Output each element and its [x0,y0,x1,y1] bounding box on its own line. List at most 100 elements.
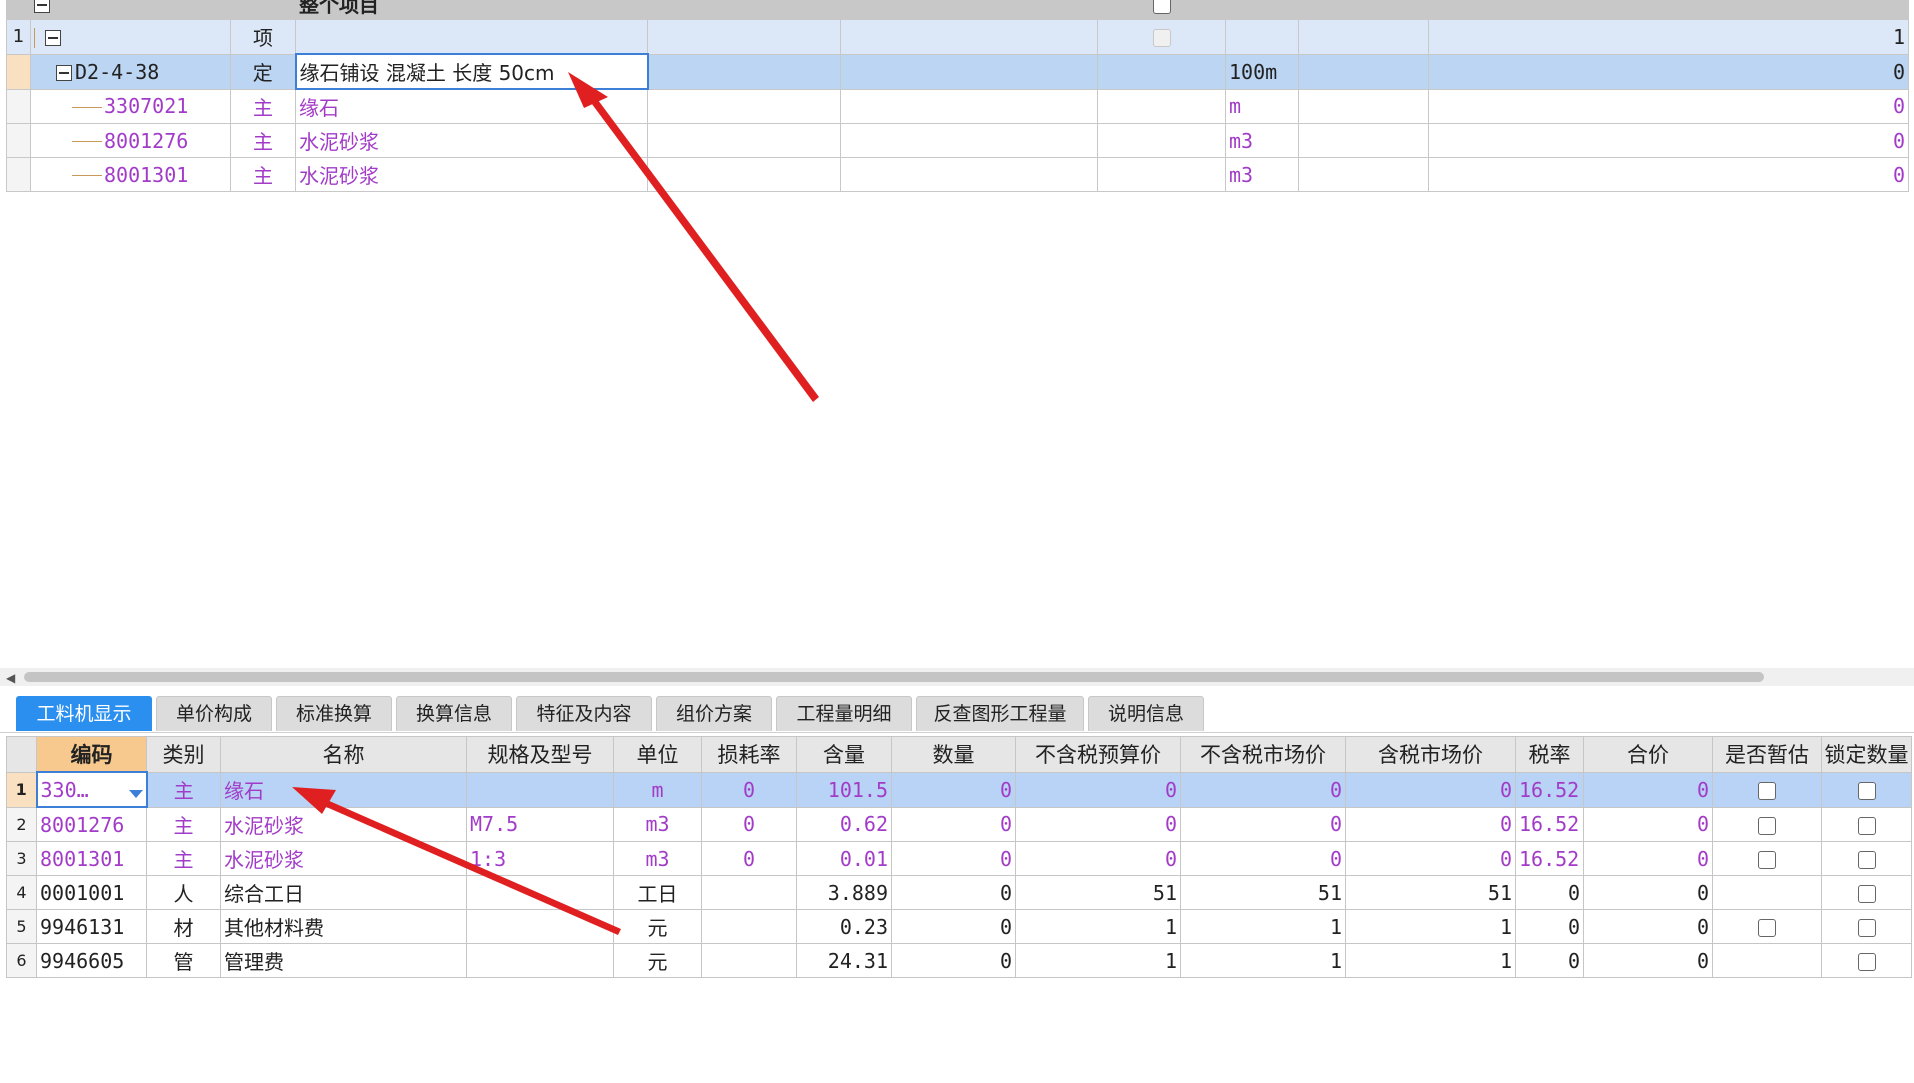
unit-cell [1225,19,1299,55]
qty-cell: 0 [1428,157,1909,192]
tab-labor-material-machine[interactable]: 工料机显示 [16,696,152,731]
project-header-row[interactable]: 整个项目 [6,0,1909,20]
lock-quantity-checkbox[interactable] [1857,782,1876,800]
qty-cell: 0 [1428,88,1909,124]
chevron-down-icon[interactable] [128,789,143,798]
type-cell: 主 [230,88,296,124]
tab-conversion-info[interactable]: 换算信息 [396,696,512,731]
col-total[interactable]: 合价 [1583,736,1713,773]
table-header: 编码 类别 名称 规格及型号 单位 损耗率 含量 数量 不含税预算价 不含税市场… [6,736,1912,773]
row-number: 1 [6,771,37,808]
scrollbar-thumb[interactable] [24,672,1764,682]
tab-graphic-quantity[interactable]: 反查图形工程量 [916,696,1084,731]
table-row[interactable]: 6 9946605 管 管理费 元 24.31 0 1 1 1 0 0 [6,943,1912,978]
unit-cell: 100m [1225,53,1299,90]
col-loss-rate[interactable]: 损耗率 [701,736,797,773]
name-cell[interactable]: 缘石 [220,771,467,808]
type-cell: 定 [230,53,296,90]
tree-code-cell[interactable]: D2-4-38 [30,53,231,90]
resource-table: 编码 类别 名称 规格及型号 单位 损耗率 含量 数量 不含税预算价 不含税市场… [6,736,1912,978]
table-row[interactable]: 2 8001276 主 水泥砂浆 M7.5 m3 0 0.62 0 0 0 0 … [6,806,1912,842]
scroll-left-icon[interactable]: ◀ [6,671,15,685]
col-content[interactable]: 含量 [796,736,892,773]
table-row[interactable]: 1 330… 主 缘石 m 0 101.5 0 0 0 0 16.52 0 [6,771,1912,808]
row-number [6,0,31,20]
tree-toggle-cell[interactable] [30,0,231,20]
lock-quantity-checkbox[interactable] [1857,953,1876,971]
tree-row-material[interactable]: 8001301 主 水泥砂浆 m3 0 [6,157,1909,192]
header-checkbox[interactable] [1152,0,1171,14]
name-cell[interactable] [295,19,648,55]
tab-quantity-detail[interactable]: 工程量明细 [776,696,912,731]
col-market-price[interactable]: 不含税市场价 [1180,736,1346,773]
collapse-icon[interactable] [34,0,50,13]
provisional-checkbox[interactable] [1758,782,1776,800]
row-number: 2 [6,806,37,842]
provisional-checkbox[interactable] [1758,851,1776,869]
lock-quantity-checkbox[interactable] [1857,851,1876,869]
unit-cell: m [1225,88,1299,124]
name-cell[interactable]: 缘石 [295,88,648,124]
tree-row-item[interactable]: 1 项 1 [6,19,1909,55]
col-type[interactable]: 类别 [146,736,221,773]
row-checkbox[interactable] [1152,29,1171,48]
tree-code-cell[interactable]: 8001276 [30,123,231,158]
unit-cell: m3 [1225,157,1299,192]
tree-row-material[interactable]: 3307021 主 缘石 m 0 [6,88,1909,124]
tree-code-cell[interactable]: 8001301 [30,157,231,192]
lock-quantity-checkbox[interactable] [1857,816,1876,835]
row-number: 5 [6,909,37,944]
table-row[interactable]: 4 0001001 人 综合工日 工日 3.889 0 51 51 51 0 0 [6,875,1912,910]
type-cell: 项 [230,19,296,55]
name-cell[interactable]: 水泥砂浆 [295,123,648,158]
unit-cell: m3 [1225,123,1299,158]
lock-quantity-checkbox[interactable] [1857,919,1876,937]
quota-tree-table: 整个项目 1 项 1 D2-4-38 定 缘石铺设 混凝土 长度 50cm 10… [6,0,1909,192]
row-number: 4 [6,875,37,910]
table-row[interactable]: 5 9946131 材 其他材料费 元 0.23 0 1 1 1 0 0 [6,909,1912,944]
collapse-icon[interactable] [56,65,72,81]
qty-cell: 0 [1428,123,1909,158]
tab-standard-conversion[interactable]: 标准换算 [276,696,392,731]
provisional-checkbox[interactable] [1758,816,1776,835]
row-number: 6 [6,943,37,978]
name-cell[interactable]: 水泥砂浆 [295,157,648,192]
row-number: 1 [6,19,31,55]
col-tax-rate[interactable]: 税率 [1515,736,1584,773]
col-quantity[interactable]: 数量 [891,736,1016,773]
tab-features[interactable]: 特征及内容 [516,696,652,731]
tree-row-material[interactable]: 8001276 主 水泥砂浆 m3 0 [6,123,1909,158]
tree-code-cell[interactable] [30,19,231,55]
tree-code-cell[interactable]: 3307021 [30,88,231,124]
collapse-icon[interactable] [45,30,61,47]
qty-cell: 1 [1428,19,1909,55]
col-spec[interactable]: 规格及型号 [466,736,614,773]
qty-cell: 0 [1428,53,1909,90]
tree-branch-line [72,106,102,109]
col-unit[interactable]: 单位 [613,736,702,773]
detail-tabs: 工料机显示 单价构成 标准换算 换算信息 特征及内容 组价方案 工程量明细 反查… [0,692,1914,733]
tab-unit-price[interactable]: 单价构成 [156,696,272,731]
tree-branch-line [72,141,102,143]
upper-grid-panel: 整个项目 1 项 1 D2-4-38 定 缘石铺设 混凝土 长度 50cm 10… [0,0,1914,660]
provisional-checkbox[interactable] [1758,919,1776,937]
tree-row-quota[interactable]: D2-4-38 定 缘石铺设 混凝土 长度 50cm 100m 0 [6,53,1909,90]
tab-pricing-scheme[interactable]: 组价方案 [656,696,772,731]
table-row[interactable]: 3 8001301 主 水泥砂浆 1:3 m3 0 0.01 0 0 0 0 1… [6,841,1912,876]
horizontal-scrollbar[interactable]: ◀ [0,668,1914,686]
col-tax-market-price[interactable]: 含税市场价 [1345,736,1516,773]
code-dropdown[interactable]: 330… [35,771,148,808]
name-edit-field[interactable]: 缘石铺设 混凝土 长度 50cm [294,53,649,90]
type-cell: 主 [230,123,296,158]
tab-description[interactable]: 说明信息 [1088,696,1204,731]
col-code[interactable]: 编码 [36,736,147,773]
col-name[interactable]: 名称 [220,736,467,773]
project-title: 整个项目 [295,0,648,20]
col-provisional[interactable]: 是否暂估 [1712,736,1822,773]
tree-branch-line [72,175,102,177]
type-cell: 主 [230,157,296,192]
lock-quantity-checkbox[interactable] [1857,885,1876,903]
col-lock-quantity[interactable]: 锁定数量 [1821,736,1912,773]
col-budget-price[interactable]: 不含税预算价 [1015,736,1181,773]
row-number [6,53,31,90]
